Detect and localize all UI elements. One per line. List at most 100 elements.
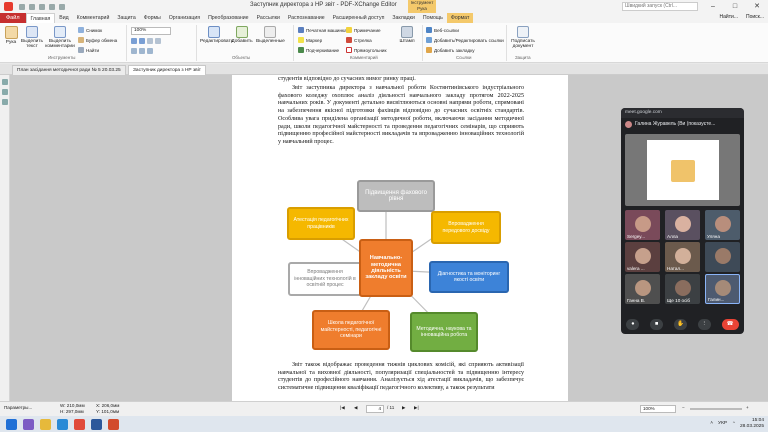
weblinks-button[interactable]: Веб-ссылки — [426, 27, 459, 33]
side-panel-strip — [0, 75, 10, 401]
typewriter-button[interactable]: Печатная машинка — [298, 27, 347, 33]
status-zoom-combo[interactable]: 100% — [640, 405, 676, 413]
zoom-combo[interactable]: 100% — [131, 27, 171, 35]
edge-icon[interactable] — [57, 418, 68, 430]
participant-tile[interactable]: valera ... — [625, 242, 660, 272]
language-indicator[interactable]: УКР — [718, 421, 727, 426]
attachments-panel-icon[interactable] — [1, 99, 8, 105]
menu-view[interactable]: Вид — [55, 13, 72, 23]
meet-pip-window[interactable]: meet.google.com Галина Журавель (Ви (пок… — [621, 108, 744, 334]
zoom-in-icon[interactable] — [131, 38, 137, 44]
menu-format[interactable]: Формат — [446, 13, 474, 23]
participant-tile[interactable]: Ганна В. — [625, 274, 660, 304]
bookmarks-panel-icon[interactable] — [1, 79, 8, 85]
rotate-icon[interactable] — [131, 48, 137, 54]
participant-tile[interactable]: Натал... — [665, 242, 700, 272]
add-bookmark-button[interactable]: Добавить закладку — [426, 47, 475, 53]
selected-button[interactable]: Выделенные — [256, 26, 285, 44]
print-icon[interactable] — [39, 3, 45, 10]
clipboard-button[interactable]: Буфер обмена — [78, 37, 117, 43]
add-button[interactable]: Добавить — [230, 26, 254, 44]
network-icon[interactable]: ◔ — [732, 421, 735, 426]
menu-bookmarks[interactable]: Закладки — [388, 13, 418, 23]
minimize-button[interactable]: – — [702, 0, 724, 13]
menu-convert[interactable]: Преобразование — [204, 13, 253, 23]
menu-organize[interactable]: Организация — [165, 13, 204, 23]
next-page-icon[interactable] — [147, 48, 153, 54]
zoom-out-icon[interactable] — [139, 38, 145, 44]
menu-help[interactable]: Помощь — [419, 13, 447, 23]
zoom-in-button[interactable]: + — [746, 405, 749, 410]
screen-share-preview[interactable] — [625, 134, 740, 206]
close-button[interactable]: ✕ — [746, 0, 768, 13]
more-options-icon[interactable]: ⋮ — [697, 319, 711, 330]
arrow-button[interactable]: Стрелка — [346, 37, 372, 43]
redo-icon[interactable] — [59, 3, 65, 10]
add-edit-links-button[interactable]: Добавить/Редактировать ссылки — [426, 37, 504, 43]
prev-page-button[interactable]: ◀ — [354, 405, 358, 411]
first-page-button[interactable]: |◀ — [340, 405, 345, 411]
prev-page-icon[interactable] — [139, 48, 145, 54]
raise-hand-icon[interactable]: ✋ — [673, 319, 687, 330]
viber-icon[interactable] — [23, 418, 34, 430]
tray-arrow-icon[interactable]: ˄ — [710, 421, 713, 426]
quick-launch-search[interactable]: Швидкий запуск (Ctrl... — [622, 2, 698, 11]
doc-tab-plan[interactable]: План засідання методичної ради № 5 20.03… — [12, 65, 126, 75]
marker-button[interactable]: Маркер — [298, 37, 322, 43]
hand-tool-button[interactable]: Рука — [3, 26, 19, 45]
fit-page-icon[interactable] — [147, 38, 153, 44]
chrome-icon[interactable] — [74, 418, 85, 430]
underline-button[interactable]: Подчеркивание — [298, 47, 339, 53]
menu-ocr[interactable]: Распознавание — [284, 13, 329, 23]
participant-tile[interactable]: Алла — [665, 210, 700, 240]
menu-home[interactable]: Главная — [25, 12, 56, 24]
fit-width-icon[interactable] — [155, 38, 161, 44]
participant-tile[interactable] — [705, 242, 740, 272]
menu-protect[interactable]: Защита — [113, 13, 139, 23]
participant-tile[interactable]: Sergey... — [625, 210, 660, 240]
last-page-button[interactable]: ▶| — [414, 405, 419, 411]
stamp-button[interactable]: Штамп — [396, 26, 418, 44]
menu-share[interactable]: Расширенный доступ — [329, 13, 389, 23]
select-comments-button[interactable]: Выделить комментарии — [45, 26, 75, 49]
self-tile[interactable]: Галин... — [705, 274, 740, 304]
document-canvas[interactable]: студентів відповідно до сучасних вимог р… — [10, 75, 768, 401]
sign-document-button[interactable]: Подписать документ — [510, 26, 536, 49]
search-link[interactable]: Поиск... — [746, 14, 764, 20]
doc-tab-report[interactable]: Заступник директора з НР звіт — [128, 65, 206, 75]
participant-name: Ганна В. — [627, 298, 646, 303]
thumbnails-panel-icon[interactable] — [1, 89, 8, 95]
group-tools-label: Инструменты — [48, 55, 76, 60]
word-icon[interactable] — [91, 418, 102, 430]
params-button[interactable]: Параметры... — [4, 405, 32, 410]
participant-avatar — [714, 280, 731, 296]
menu-comment[interactable]: Комментарий — [73, 13, 114, 23]
undo-icon[interactable] — [49, 3, 55, 10]
select-text-button[interactable]: Выделить текст — [20, 26, 44, 49]
participant-tile[interactable]: Уляна — [705, 210, 740, 240]
explorer-icon[interactable] — [40, 418, 51, 430]
start-icon[interactable] — [6, 418, 17, 430]
zoom-slider[interactable] — [690, 408, 742, 410]
end-call-button[interactable]: ☎ — [721, 319, 739, 330]
edit-button[interactable]: Редактировать — [200, 26, 233, 44]
find-link[interactable]: Найти... — [720, 14, 738, 20]
find-button[interactable]: Найти — [78, 47, 99, 53]
menu-forms[interactable]: Формы — [140, 13, 165, 23]
note-button[interactable]: Примечание — [346, 27, 381, 33]
camera-icon[interactable]: ■ — [650, 319, 664, 330]
menu-mailings[interactable]: Рассылки — [253, 13, 284, 23]
pdf-xchange-icon[interactable] — [108, 418, 119, 430]
next-page-button[interactable]: ▶ — [402, 405, 406, 411]
page-number-input[interactable]: 4 — [366, 405, 384, 413]
file-menu[interactable]: Файл — [0, 13, 26, 23]
mic-icon[interactable]: ● — [626, 319, 640, 330]
rectangle-button[interactable]: Прямоугольник — [346, 47, 386, 53]
clock[interactable]: 15:04 28.03.2025 — [740, 418, 764, 429]
open-icon[interactable] — [19, 3, 25, 10]
maximize-button[interactable]: □ — [724, 0, 746, 13]
snapshot-button[interactable]: Снимок — [78, 27, 102, 33]
zoom-out-button[interactable]: − — [682, 405, 685, 410]
save-icon[interactable] — [29, 3, 35, 10]
more-participants-tile[interactable]: Ще 10 осіб — [665, 274, 700, 304]
